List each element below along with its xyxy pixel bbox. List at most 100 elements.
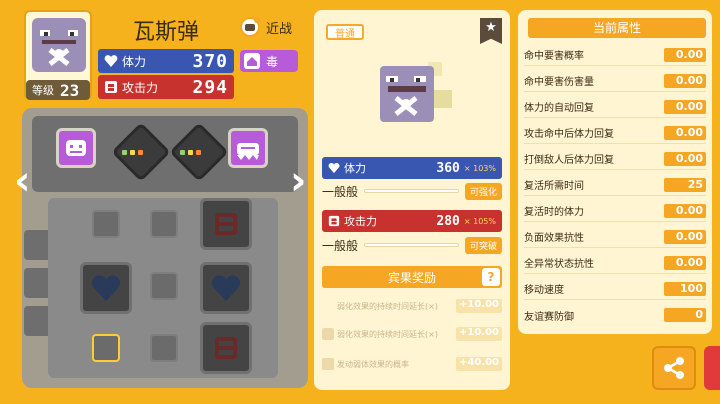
attack-icon <box>328 215 340 227</box>
attr-label: 移动速度 <box>524 285 564 296</box>
attr-row: 负面效果抗性 0.00 <box>524 226 706 248</box>
reward-value: +10.00 <box>456 327 502 341</box>
attr-row: 复活所需时间 25 <box>524 174 706 196</box>
detail-hp-value: 360 <box>436 160 460 176</box>
rarity-tag: 普通 <box>326 24 364 40</box>
detail-attack-bar: 攻击力 280 × 105% <box>322 210 502 232</box>
hp-grade-line: 一般般 可强化 <box>322 182 502 200</box>
attr-label: 负面效果抗性 <box>524 233 584 244</box>
attr-value: 0.00 <box>664 99 706 114</box>
attr-label: 全异常状态抗性 <box>524 259 594 270</box>
attr-label: 攻击命中后体力回复 <box>524 129 614 140</box>
level-badge: 等级 23 <box>26 80 90 100</box>
hp-grade-track <box>364 189 459 193</box>
stone-slot-empty[interactable] <box>150 272 178 300</box>
release-button[interactable] <box>704 346 720 390</box>
stone-slot-empty[interactable] <box>150 334 178 362</box>
attr-value: 0.00 <box>664 255 706 270</box>
attack-grade: 一般般 <box>322 238 359 253</box>
bingo-reward-title: 宾果奖励 <box>322 266 502 288</box>
type-label: 毒 <box>266 54 279 69</box>
side-tab-3[interactable] <box>24 306 48 336</box>
reward-row: 发动弱体效果的概率 +40.00 <box>322 354 502 374</box>
range-label: 近战 <box>266 21 293 37</box>
attr-value: 0.00 <box>664 125 706 140</box>
hp-grade: 一般般 <box>322 184 359 199</box>
attr-row: 命中要害伤害量 0.00 <box>524 70 706 92</box>
attr-row: 复活时的体力 0.00 <box>524 200 706 222</box>
detail-attack-value: 280 <box>436 213 460 229</box>
attr-value: 0.00 <box>664 47 706 62</box>
detail-attack-pct: × 105% <box>463 216 496 226</box>
attr-label: 复活所需时间 <box>524 181 584 192</box>
attack-value: 294 <box>192 76 228 98</box>
reward-row: 弱化效果的持续时间延长(×) +10.00 <box>322 296 502 316</box>
pokemon-figure <box>370 48 456 134</box>
attack-grade-track <box>364 243 459 247</box>
attr-row: 全异常状态抗性 0.00 <box>524 252 706 274</box>
detail-hp-label: 体力 <box>344 162 366 175</box>
share-button[interactable] <box>652 346 696 390</box>
reward-label: 弱化效果的持续时间延长(×) <box>337 329 438 339</box>
reward-label: 弱化效果的持续时间延长(×) <box>337 301 438 311</box>
range-indicator: 近战 <box>238 16 292 38</box>
stone-slot-empty[interactable] <box>150 210 178 238</box>
reward-icon <box>322 358 334 370</box>
attr-row: 体力的自动回复 0.00 <box>524 96 706 118</box>
question-icon[interactable]: ? <box>482 268 500 286</box>
side-tab-1[interactable] <box>24 230 48 260</box>
attr-label: 友谊赛防御 <box>524 311 574 323</box>
pokemon-face <box>32 18 86 72</box>
attr-value: 100 <box>664 281 706 296</box>
attr-value: 0.00 <box>664 229 706 244</box>
attr-label: 命中要害伤害量 <box>524 77 594 88</box>
stone-slot-selected[interactable] <box>92 334 120 362</box>
left-arrow-icon[interactable]: ‹ <box>14 158 30 204</box>
reward-value: +10.00 <box>456 299 502 313</box>
attack-grade-line: 一般般 可突破 <box>322 236 502 254</box>
attack-label: 攻击力 <box>122 80 159 95</box>
attr-row: 友谊赛防御 0 <box>524 304 706 326</box>
attr-value: 25 <box>664 177 706 192</box>
share-icon <box>664 357 684 379</box>
move-slot-2[interactable] <box>228 128 268 168</box>
right-arrow-icon[interactable]: › <box>290 158 306 204</box>
enhance-button[interactable]: 可强化 <box>464 182 502 200</box>
hp-value: 370 <box>192 50 228 72</box>
attr-label: 复活时的体力 <box>524 207 584 218</box>
stone-slot-attack[interactable] <box>200 198 252 250</box>
reward-value: +40.00 <box>456 357 502 371</box>
stone-slot-attack[interactable] <box>200 322 252 374</box>
heart-icon <box>104 54 118 68</box>
attr-row: 移动速度 100 <box>524 278 706 300</box>
stone-slot-hp[interactable] <box>80 262 132 314</box>
reward-icon <box>322 328 334 340</box>
hp-label: 体力 <box>122 54 147 69</box>
link-dots-2 <box>180 150 201 155</box>
poison-type-icon <box>244 53 260 69</box>
melee-icon <box>238 16 262 38</box>
attr-value: 0.00 <box>664 73 706 88</box>
pokemon-name: 瓦斯弹 <box>132 20 199 45</box>
attr-value: 0 <box>664 308 706 322</box>
breakthrough-button[interactable]: 可突破 <box>464 236 502 254</box>
detail-hp-bar: 体力 360 × 103% <box>322 157 502 179</box>
type-badge: 毒 <box>240 50 298 72</box>
stone-slot-empty[interactable] <box>92 210 120 238</box>
side-tab-2[interactable] <box>24 268 48 298</box>
heart-icon <box>328 162 340 174</box>
attr-label: 体力的自动回复 <box>524 103 594 114</box>
reward-label: 发动弱体效果的概率 <box>337 359 409 369</box>
detail-hp-pct: × 103% <box>463 163 496 173</box>
attr-row: 命中要害概率 0.00 <box>524 44 706 66</box>
attr-value: 0.00 <box>664 151 706 166</box>
hp-stat: 体力 370 <box>98 49 234 73</box>
attr-label: 命中要害概率 <box>524 51 584 62</box>
link-dots-1 <box>122 150 143 155</box>
move-slot-1[interactable] <box>56 128 96 168</box>
attack-stat: 攻击力 294 <box>98 75 234 99</box>
detail-attack-label: 攻击力 <box>344 215 377 228</box>
attack-icon <box>104 80 118 94</box>
level-label: 等级 <box>32 84 54 97</box>
stone-slot-hp[interactable] <box>200 262 252 314</box>
